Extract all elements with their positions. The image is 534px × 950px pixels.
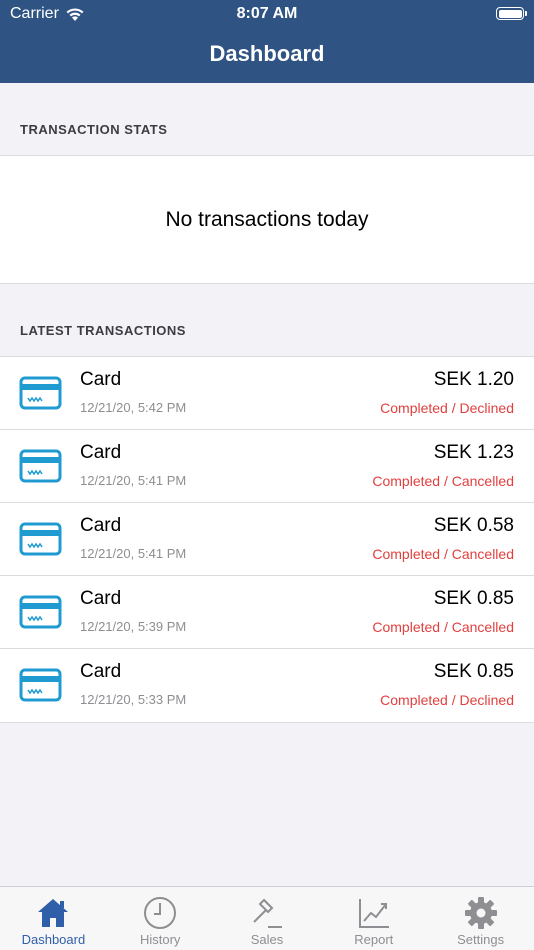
credit-card-icon — [19, 668, 62, 702]
transaction-datetime: 12/21/20, 5:33 PM — [80, 692, 187, 707]
credit-card-icon — [19, 376, 62, 410]
transaction-row[interactable]: Card 12/21/20, 5:39 PM SEK 0.85 Complete… — [0, 576, 534, 649]
tab-label: History — [139, 932, 181, 947]
credit-card-icon — [19, 595, 62, 629]
transaction-datetime: 12/21/20, 5:41 PM — [80, 546, 187, 561]
status-time: 8:07 AM — [236, 5, 298, 22]
transaction-datetime: 12/21/20, 5:42 PM — [80, 400, 187, 415]
transaction-type: Card — [80, 442, 122, 463]
tab-settings[interactable]: Settings — [427, 887, 534, 950]
transaction-amount: SEK 1.23 — [433, 442, 514, 463]
transaction-amount: SEK 0.85 — [433, 661, 514, 682]
transaction-type: Card — [80, 588, 122, 609]
credit-card-icon — [19, 449, 62, 483]
transaction-status: Completed / Cancelled — [372, 546, 514, 562]
chart-icon — [356, 895, 392, 931]
empty-stats-message: No transactions today — [165, 207, 369, 231]
transaction-list: Card 12/21/20, 5:42 PM SEK 1.20 Complete… — [0, 356, 534, 723]
clock-icon — [142, 895, 178, 931]
status-bar: Carrier 8:07 AM — [0, 0, 534, 28]
app-header: Carrier 8:07 AM Dashboard — [0, 0, 534, 83]
tab-dashboard[interactable]: Dashboard — [0, 887, 107, 950]
gear-icon — [463, 895, 499, 931]
battery-icon — [496, 7, 527, 20]
transaction-amount: SEK 1.20 — [433, 369, 514, 390]
transaction-status: Completed / Cancelled — [372, 473, 514, 489]
transaction-row[interactable]: Card 12/21/20, 5:41 PM SEK 1.23 Complete… — [0, 430, 534, 503]
latest-transactions-header: LATEST TRANSACTIONS — [20, 323, 186, 338]
transaction-amount: SEK 0.58 — [433, 515, 514, 536]
transaction-type: Card — [80, 369, 122, 390]
transaction-status: Completed / Cancelled — [372, 619, 514, 635]
tab-report[interactable]: Report — [320, 887, 427, 950]
tab-label: Sales — [250, 932, 284, 947]
transaction-datetime: 12/21/20, 5:39 PM — [80, 619, 187, 634]
transaction-datetime: 12/21/20, 5:41 PM — [80, 473, 187, 488]
tab-label: Report — [354, 932, 394, 947]
tab-label: Settings — [457, 932, 505, 947]
credit-card-icon — [19, 522, 62, 556]
transaction-amount: SEK 0.85 — [433, 588, 514, 609]
transaction-row[interactable]: Card 12/21/20, 5:41 PM SEK 0.58 Complete… — [0, 503, 534, 576]
transaction-row[interactable]: Card 12/21/20, 5:33 PM SEK 0.85 Complete… — [0, 649, 534, 722]
transaction-type: Card — [80, 515, 122, 536]
transaction-status: Completed / Declined — [380, 692, 514, 708]
transaction-stats-card: No transactions today — [0, 155, 534, 284]
gavel-icon — [249, 895, 285, 931]
tab-bar: Dashboard History Sales Report Settings — [0, 886, 534, 950]
tab-label: Dashboard — [21, 932, 86, 947]
page-title: Dashboard — [209, 41, 325, 66]
transaction-stats-header: TRANSACTION STATS — [20, 122, 168, 137]
tab-sales[interactable]: Sales — [214, 887, 321, 950]
transaction-type: Card — [80, 661, 122, 682]
tab-history[interactable]: History — [107, 887, 214, 950]
transaction-row[interactable]: Card 12/21/20, 5:42 PM SEK 1.20 Complete… — [0, 357, 534, 430]
home-icon — [35, 895, 71, 931]
transaction-status: Completed / Declined — [380, 400, 514, 416]
